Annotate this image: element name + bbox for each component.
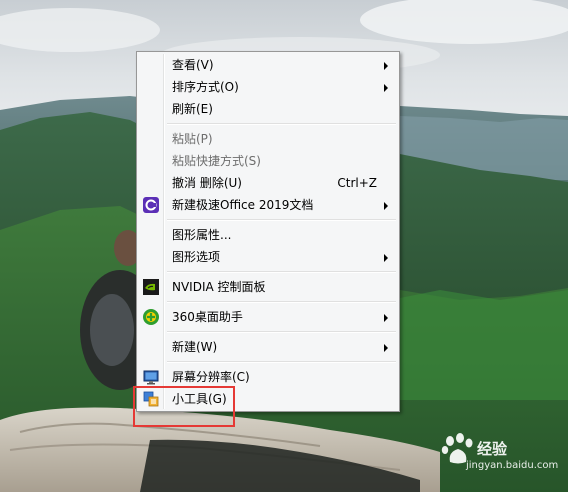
menu-item-refresh[interactable]: 刷新(E) bbox=[139, 98, 397, 120]
menu-item-undo-delete[interactable]: 撤消 删除(U) Ctrl+Z bbox=[139, 172, 397, 194]
menu-item-label: 查看(V) bbox=[172, 58, 214, 72]
menu-separator bbox=[167, 301, 396, 303]
menu-item-graphics-properties[interactable]: 图形属性... bbox=[139, 224, 397, 246]
submenu-arrow-icon bbox=[384, 84, 388, 92]
nvidia-icon bbox=[142, 278, 160, 296]
submenu-arrow-icon bbox=[384, 254, 388, 262]
menu-item-label: NVIDIA 控制面板 bbox=[172, 280, 266, 294]
menu-item-label: 屏幕分辨率(C) bbox=[172, 370, 250, 384]
menu-item-paste-shortcut[interactable]: 粘贴快捷方式(S) bbox=[139, 150, 397, 172]
baidu-jingyan-watermark: 经验 jingyan.baidu.com bbox=[440, 428, 560, 476]
submenu-arrow-icon bbox=[384, 344, 388, 352]
menu-item-label: 图形属性... bbox=[172, 228, 232, 242]
menu-item-label: 新建极速Office 2019文档 bbox=[172, 198, 314, 212]
submenu-arrow-icon bbox=[384, 202, 388, 210]
menu-item-shortcut: Ctrl+Z bbox=[337, 176, 377, 190]
menu-item-label: 刷新(E) bbox=[172, 102, 213, 116]
menu-item-paste[interactable]: 粘贴(P) bbox=[139, 128, 397, 150]
office-icon bbox=[142, 196, 160, 214]
submenu-arrow-icon bbox=[384, 314, 388, 322]
menu-item-360-desktop-assistant[interactable]: 360桌面助手 bbox=[139, 306, 397, 328]
menu-item-screen-resolution[interactable]: 屏幕分辨率(C) bbox=[139, 366, 397, 388]
menu-item-label: 排序方式(O) bbox=[172, 80, 239, 94]
menu-separator bbox=[167, 331, 396, 333]
menu-separator bbox=[167, 219, 396, 221]
watermark-url: jingyan.baidu.com bbox=[466, 460, 559, 471]
menu-item-label: 新建(W) bbox=[172, 340, 218, 354]
menu-item-sort-by[interactable]: 排序方式(O) bbox=[139, 76, 397, 98]
watermark-text: 经验 bbox=[477, 440, 508, 458]
menu-separator bbox=[167, 271, 396, 273]
menu-item-label: 粘贴(P) bbox=[172, 132, 213, 146]
submenu-arrow-icon bbox=[384, 62, 388, 70]
menu-item-label: 撤消 删除(U) bbox=[172, 176, 242, 190]
menu-item-new-office-document[interactable]: 新建极速Office 2019文档 bbox=[139, 194, 397, 216]
menu-separator bbox=[167, 123, 396, 125]
desktop-context-menu: 查看(V) 排序方式(O) 刷新(E) 粘贴(P) 粘贴快捷方式(S) 撤消 删… bbox=[136, 51, 400, 412]
menu-item-new[interactable]: 新建(W) bbox=[139, 336, 397, 358]
menu-item-graphics-options[interactable]: 图形选项 bbox=[139, 246, 397, 268]
screen-resolution-icon bbox=[142, 368, 160, 386]
menu-separator bbox=[167, 361, 396, 363]
menu-item-view[interactable]: 查看(V) bbox=[139, 54, 397, 76]
red-highlight-annotation bbox=[133, 386, 235, 427]
menu-item-nvidia-control-panel[interactable]: NVIDIA 控制面板 bbox=[139, 276, 397, 298]
menu-item-label: 粘贴快捷方式(S) bbox=[172, 154, 261, 168]
360-icon bbox=[142, 308, 160, 326]
menu-item-label: 图形选项 bbox=[172, 250, 221, 264]
menu-item-label: 360桌面助手 bbox=[172, 310, 243, 324]
